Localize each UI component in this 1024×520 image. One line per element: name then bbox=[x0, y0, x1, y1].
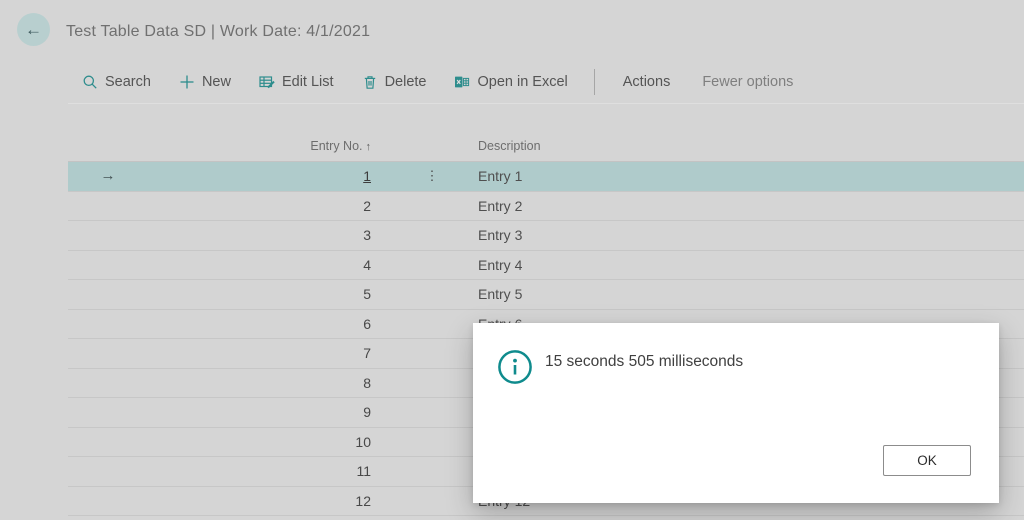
app-window: ← Test Table Data SD | Work Date: 4/1/20… bbox=[0, 0, 1024, 520]
info-icon bbox=[497, 349, 533, 385]
ok-button[interactable]: OK bbox=[883, 445, 971, 476]
info-dialog: 15 seconds 505 milliseconds OK bbox=[473, 323, 999, 503]
dialog-message: 15 seconds 505 milliseconds bbox=[545, 353, 744, 370]
